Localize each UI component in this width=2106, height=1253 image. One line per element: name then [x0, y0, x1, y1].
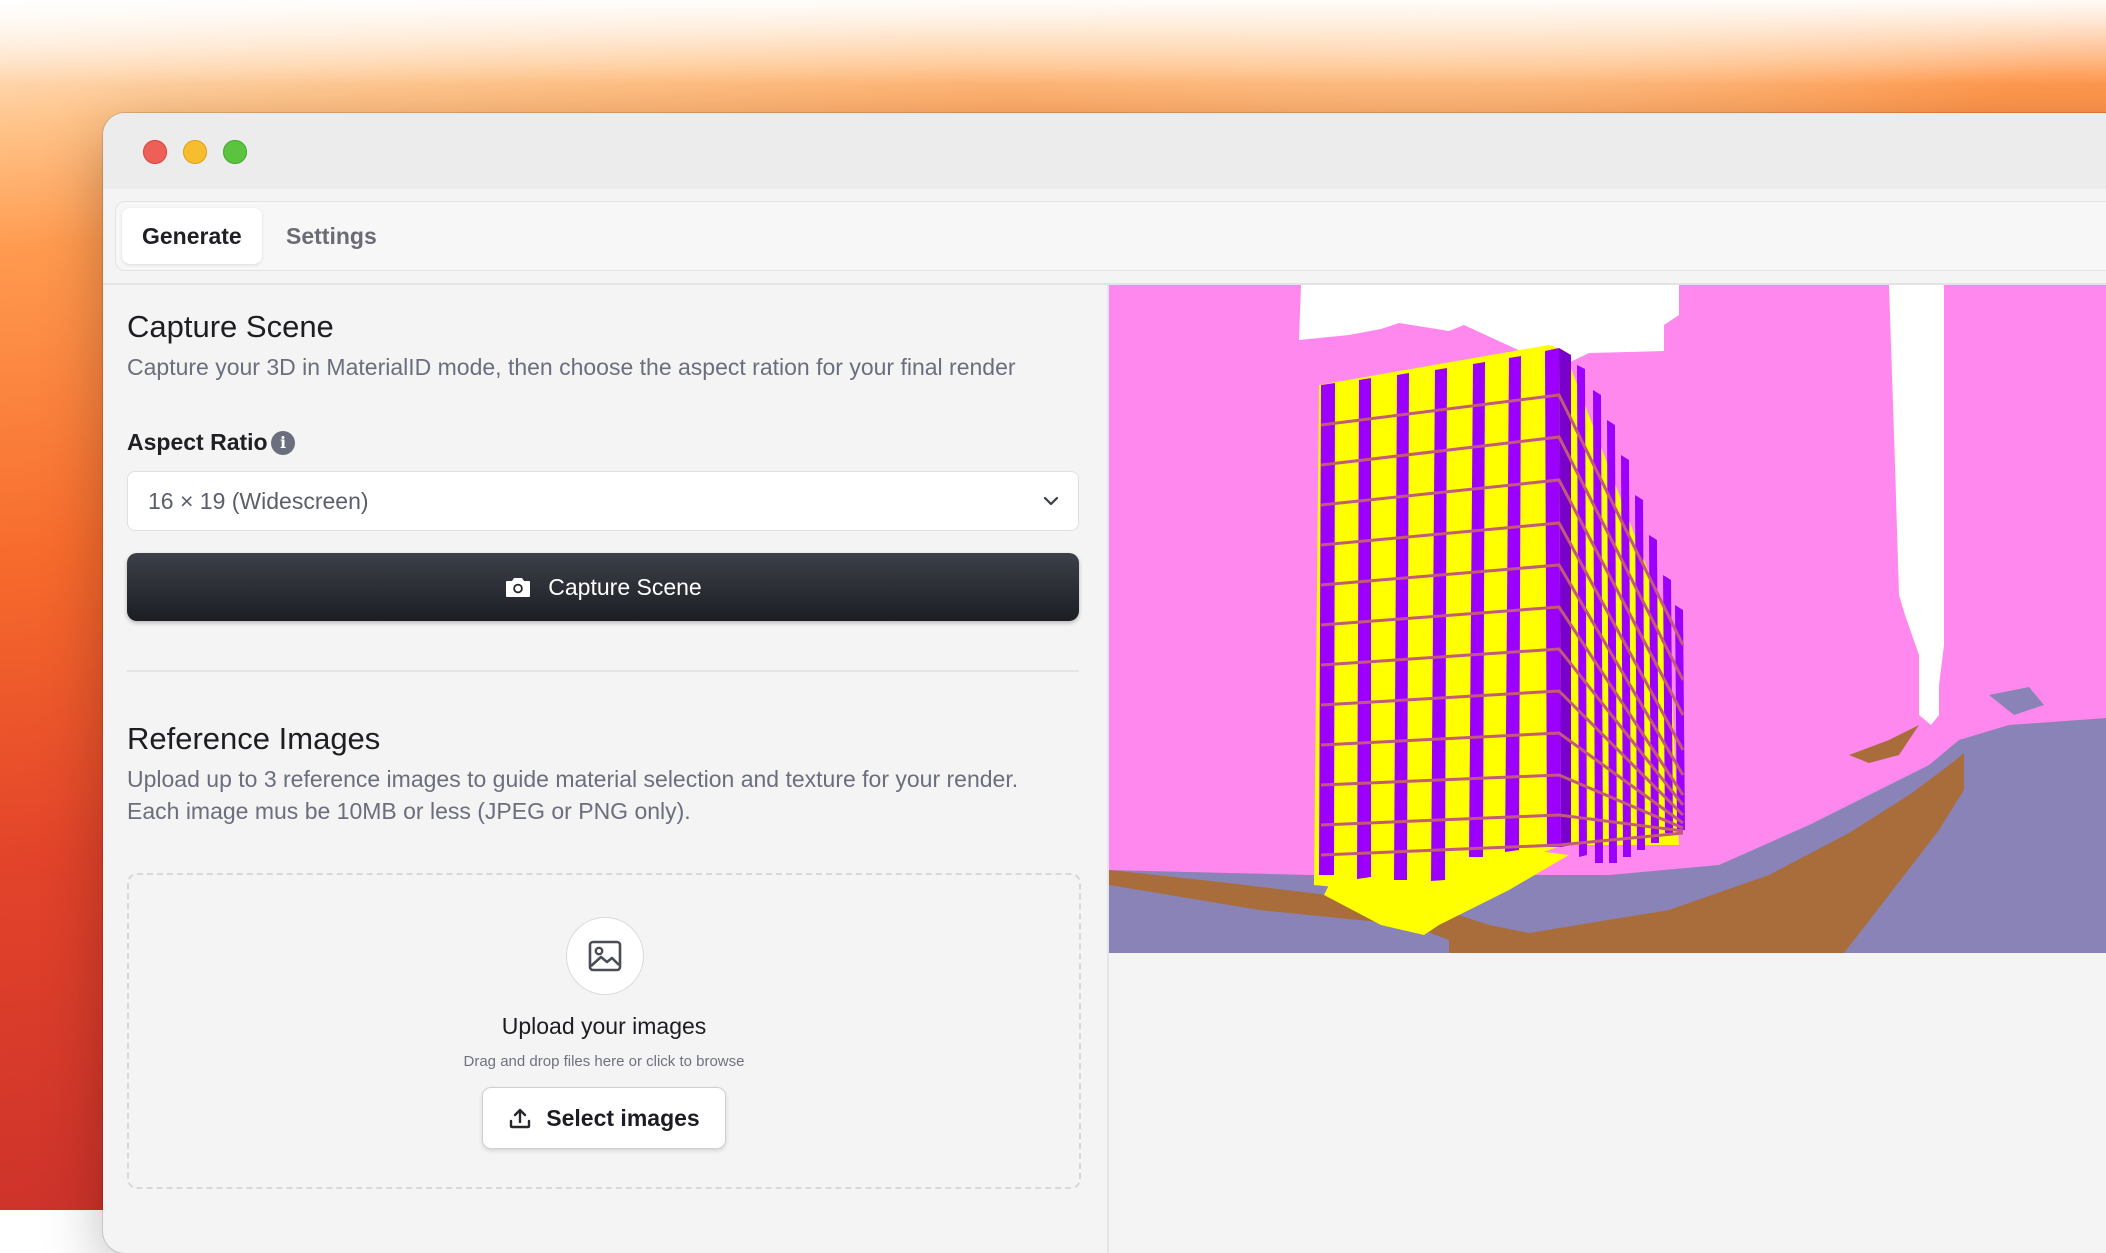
aspect-ratio-label: Aspect Ratio: [127, 429, 268, 455]
close-window-button[interactable]: [143, 140, 167, 164]
upload-title: Upload your images: [501, 1013, 707, 1039]
select-images-button[interactable]: Select images: [482, 1087, 726, 1149]
camera-icon: [506, 578, 531, 597]
tab-generate[interactable]: Generate: [122, 208, 262, 264]
left-panel: Capture Scene Capture your 3D in Materia…: [103, 285, 1107, 1253]
materialid-preview: [1109, 285, 2106, 953]
capture-scene-title: Capture Scene: [127, 309, 334, 344]
materialid-scene-image: [1109, 285, 2106, 953]
title-bar: [103, 113, 2106, 189]
section-divider: [127, 670, 1079, 672]
capture-scene-button[interactable]: Capture Scene: [127, 553, 1079, 621]
maximize-window-button[interactable]: [223, 140, 247, 164]
info-icon[interactable]: i: [271, 431, 295, 455]
reference-images-title: Reference Images: [127, 721, 381, 756]
chevron-down-icon: [1043, 496, 1059, 506]
upload-dropzone[interactable]: Upload your images Drag and drop files h…: [127, 873, 1081, 1189]
reference-images-description-line1: Upload up to 3 reference images to guide…: [127, 766, 1019, 792]
aspect-ratio-select[interactable]: 16 × 19 (Widescreen): [127, 471, 1079, 531]
app-window: Generate Settings Capture Scene Capture …: [103, 113, 2106, 1253]
select-images-label: Select images: [546, 1104, 700, 1131]
image-icon: [588, 940, 622, 972]
reference-images-description-line2: Each image mus be 10MB or less (JPEG or …: [127, 798, 691, 824]
aspect-ratio-value: 16 × 19 (Widescreen): [148, 488, 369, 514]
minimize-window-button[interactable]: [183, 140, 207, 164]
upload-subtitle: Drag and drop files here or click to bro…: [463, 1053, 745, 1070]
capture-scene-description: Capture your 3D in MaterialID mode, then…: [127, 354, 1016, 380]
capture-scene-button-label: Capture Scene: [548, 573, 702, 600]
tab-settings[interactable]: Settings: [266, 208, 397, 264]
image-icon-container: [566, 917, 644, 995]
tab-bar: Generate Settings: [115, 201, 2106, 271]
upload-icon: [510, 1108, 531, 1129]
